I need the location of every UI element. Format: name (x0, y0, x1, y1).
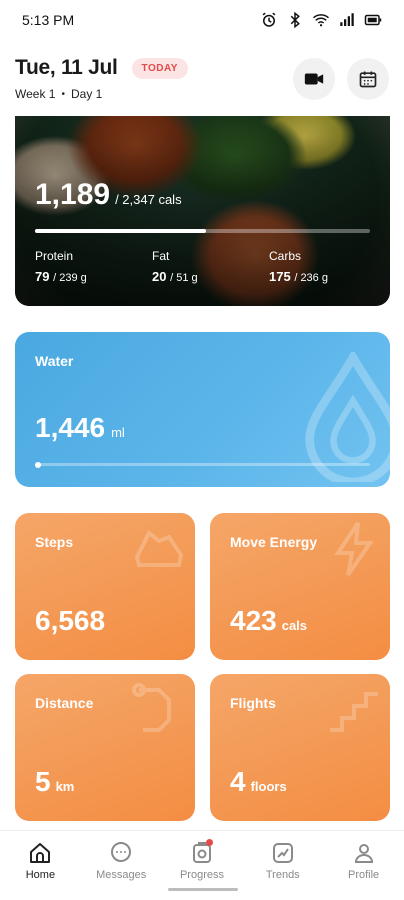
calendar-icon (359, 71, 377, 88)
nav-label: Home (25, 869, 56, 881)
macro-amount: 20 (152, 269, 167, 284)
water-unit: ml (111, 425, 125, 440)
move-energy-value: 423 cals (230, 605, 307, 637)
bluetooth-icon (290, 11, 300, 29)
shoe-icon (134, 529, 184, 567)
macro-value: 79 / 239 g (35, 269, 87, 284)
move-energy-card[interactable]: Move Energy 423 cals (210, 513, 390, 660)
alarm-icon (262, 12, 276, 27)
nav-label: Progress (179, 869, 224, 881)
calories-card[interactable]: 1,189 / 2,347 cals Protein 79 / 239 g Fa… (15, 116, 390, 306)
nav-trends[interactable]: Trends (243, 831, 323, 900)
nav-label: Trends (265, 869, 300, 881)
macro-goal: / 236 g (294, 272, 328, 284)
move-energy-amount: 423 (230, 605, 277, 636)
nav-profile[interactable]: Profile (324, 831, 404, 900)
home-icon (30, 843, 51, 863)
page-title[interactable]: Tue, 11 Jul (15, 56, 118, 80)
distance-title: Distance (35, 695, 94, 711)
macro-fat: Fat 20 / 51 g (152, 249, 198, 284)
water-progress-knob (35, 462, 41, 468)
video-camera-icon (304, 73, 324, 85)
nav-messages[interactable]: Messages (81, 831, 161, 900)
move-energy-title: Move Energy (230, 534, 318, 550)
route-icon (132, 683, 171, 732)
trends-icon (272, 843, 293, 863)
macro-value: 20 / 51 g (152, 269, 198, 284)
flights-amount: 4 (230, 766, 246, 797)
calories-progress-fill (35, 229, 206, 233)
status-time: 5:13 PM (22, 12, 75, 28)
macro-goal: / 51 g (170, 272, 198, 284)
macro-carbs: Carbs 175 / 236 g (269, 249, 328, 284)
status-icons (260, 11, 382, 29)
distance-unit: km (55, 779, 75, 794)
lightning-icon (334, 521, 374, 577)
separator-dot: • (61, 88, 65, 100)
steps-value: 6,568 (35, 605, 105, 637)
flights-card[interactable]: Flights 4 floors (210, 674, 390, 821)
macro-goal: / 239 g (53, 272, 87, 284)
water-progress-bar (35, 463, 370, 466)
calories-progress-bar (35, 229, 370, 233)
steps-amount: 6,568 (35, 605, 106, 636)
header: Tue, 11 Jul TODAY Week 1 • Day 1 (0, 48, 404, 118)
water-title: Water (35, 353, 74, 369)
home-indicator (168, 888, 238, 891)
notification-dot (205, 839, 213, 846)
flights-value: 4 floors (230, 766, 287, 798)
distance-amount: 5 (35, 766, 51, 797)
distance-card[interactable]: Distance 5 km (15, 674, 195, 821)
video-button[interactable] (293, 58, 335, 100)
status-bar: 5:13 PM (0, 0, 404, 40)
macro-amount: 79 (35, 269, 50, 284)
water-card[interactable]: Water 1,446 ml (15, 332, 390, 487)
steps-card[interactable]: Steps 6,568 (15, 513, 195, 660)
water-amount: 1,446 (35, 412, 106, 443)
flights-title: Flights (230, 695, 276, 711)
battery-icon (364, 14, 382, 26)
macro-value: 175 / 236 g (269, 269, 328, 284)
stairs-icon (330, 692, 378, 732)
day-label: Day 1 (70, 87, 103, 101)
nav-home[interactable]: Home (0, 831, 80, 900)
steps-title: Steps (35, 534, 74, 550)
nav-label: Messages (96, 869, 147, 881)
macro-amount: 175 (269, 269, 291, 284)
calories-content: 1,189 / 2,347 cals Protein 79 / 239 g Fa… (15, 116, 390, 306)
messages-icon (111, 842, 132, 862)
calories-row: 1,189 / 2,347 cals (35, 178, 182, 212)
calories-goal: / 2,347 cals (115, 192, 182, 207)
wifi-icon (313, 14, 329, 27)
signal-icon (340, 13, 354, 26)
today-badge[interactable]: TODAY (131, 57, 188, 79)
macro-protein: Protein 79 / 239 g (35, 249, 87, 284)
nav-label: Profile (347, 869, 380, 881)
date-row: Tue, 11 Jul TODAY (15, 56, 188, 80)
distance-value: 5 km (35, 766, 74, 798)
macro-label: Fat (152, 249, 170, 263)
move-energy-unit: cals (281, 618, 308, 633)
flights-unit: floors (250, 779, 287, 794)
week-day-label: Week 1 • Day 1 (15, 87, 102, 101)
profile-icon (354, 844, 373, 863)
macro-label: Protein (35, 249, 74, 263)
water-value: 1,446 ml (35, 412, 125, 444)
week-label: Week 1 (15, 87, 56, 101)
calories-consumed: 1,189 (35, 178, 111, 211)
macro-label: Carbs (269, 249, 302, 263)
calendar-button[interactable] (347, 58, 389, 100)
